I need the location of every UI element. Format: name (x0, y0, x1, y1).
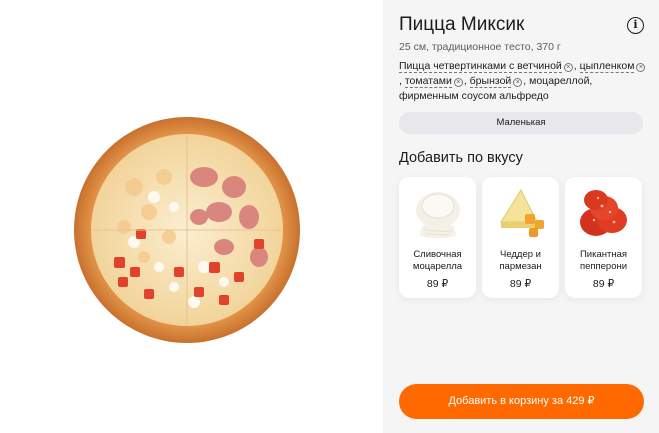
product-title: Пицца Миксик (399, 14, 525, 35)
topping-card-pepperoni[interactable]: Пикантная пепперони 89 ₽ (565, 177, 642, 298)
topping-card-mozzarella[interactable]: Сливочная моцарелла 89 ₽ (399, 177, 476, 298)
topping-price: 89 ₽ (592, 278, 615, 290)
toppings-title: Добавить по вкусу (399, 150, 523, 166)
ingredient-separator: , (399, 75, 405, 87)
topping-name: Пикантная пепперони (579, 249, 628, 272)
add-to-cart-button[interactable]: Добавить в корзину за 429 ₽ (399, 384, 644, 419)
remove-brynza-icon[interactable]: × (513, 78, 523, 87)
pepperoni-icon (580, 190, 627, 236)
remove-ham-icon[interactable]: × (563, 63, 573, 72)
ingredient-brynza[interactable]: брынзой (469, 75, 512, 88)
remove-tomatoes-icon[interactable]: × (453, 78, 463, 87)
pizza-image (74, 117, 300, 343)
ingredient-tomatoes[interactable]: томатами (404, 75, 452, 88)
ingredient-separator: , (573, 60, 580, 72)
remove-chicken-icon[interactable]: × (636, 63, 646, 72)
size-switch: Маленькая (399, 112, 643, 134)
cheese-icon (500, 188, 544, 237)
ingredient-separator: , (463, 75, 470, 87)
size-option-small[interactable]: Маленькая (401, 114, 641, 132)
info-icon[interactable]: i (627, 17, 644, 34)
mozzarella-icon (416, 192, 460, 238)
ingredient-ham[interactable]: Пицца четвертинками с ветчиной (399, 60, 562, 73)
ingredients-list: Пицца четвертинками с ветчиной ×, цыпленк… (399, 59, 649, 104)
topping-name: Чеддер и пармезан (499, 249, 542, 272)
product-details-panel: Пицца Миксик i 25 см, традиционное тесто… (383, 0, 659, 433)
ingredient-chicken[interactable]: цыпленком (579, 60, 635, 73)
toppings-list: Сливочная моцарелла 89 ₽ Чеддер и пармез… (399, 177, 649, 298)
topping-name: Сливочная моцарелла (412, 249, 463, 272)
topping-price: 89 ₽ (509, 278, 532, 290)
topping-price: 89 ₽ (426, 278, 449, 290)
topping-card-cheddar-parmesan[interactable]: Чеддер и пармезан 89 ₽ (482, 177, 559, 298)
product-image-panel (0, 0, 383, 433)
product-subtitle: 25 см, традиционное тесто, 370 г (399, 41, 561, 53)
